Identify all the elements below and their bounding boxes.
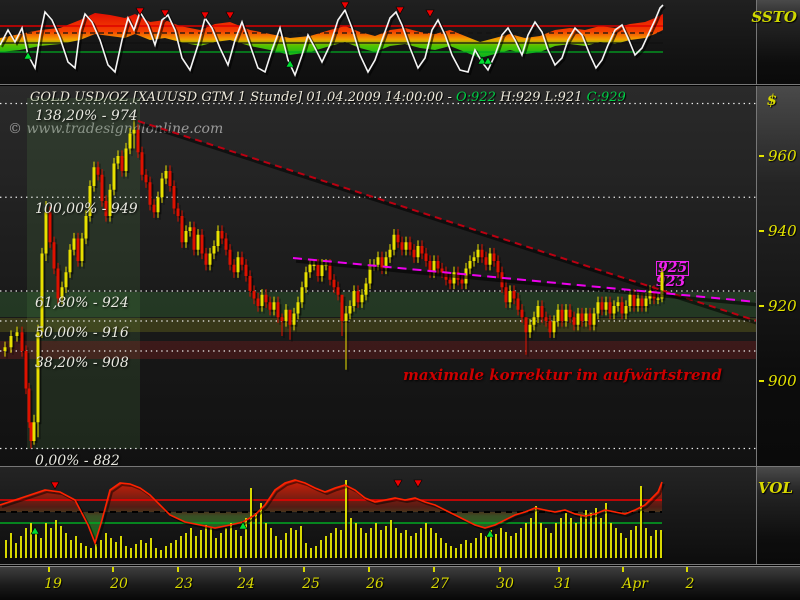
time-axis-label: 23 <box>175 576 193 592</box>
time-axis-label: Apr <box>622 576 648 592</box>
panel-divider-shadow <box>0 85 800 86</box>
price-tick-label: 960 <box>759 147 797 165</box>
price-axis-unit-label: $ <box>766 91 777 109</box>
fib-level-label: 0,00% - 882 <box>35 452 120 467</box>
trading-chart-window: SSTO GOLD USD/OZ [XAUUSD GTM 1 Stunde] 0… <box>0 0 800 600</box>
time-axis-label: 26 <box>366 576 384 592</box>
time-axis-tick <box>177 567 179 572</box>
price-tick-label: 940 <box>759 222 797 240</box>
volume-value-axis[interactable]: VOL <box>756 467 800 564</box>
price-panel[interactable]: GOLD USD/OZ [XAUUSD GTM 1 Stunde] 01.04.… <box>0 85 756 466</box>
time-axis-label: 19 <box>44 576 62 592</box>
fib-level-label: 100,00% - 949 <box>35 201 138 218</box>
time-axis-label: 27 <box>431 576 449 592</box>
fib-level-label: 61,80% - 924 <box>35 295 129 311</box>
price-tick-label: 900 <box>759 372 797 390</box>
time-axis-label: 30 <box>496 576 514 592</box>
stochastic-plot <box>0 1 666 80</box>
panel-divider <box>0 466 800 467</box>
time-axis-label: 31 <box>554 576 572 592</box>
stochastic-indicator-label: SSTO <box>751 8 797 26</box>
time-axis-tick <box>112 567 114 572</box>
time-axis-label: 2 <box>685 576 695 592</box>
fib-level-label: 50,00% - 916 <box>35 325 129 341</box>
stochastic-value-axis[interactable]: SSTO <box>751 0 800 84</box>
price-tick-label: 920 <box>759 297 797 315</box>
fib-level-label: 38,20% - 908 <box>35 355 129 371</box>
candlestick-plot <box>0 98 756 451</box>
fib-level-label: 138,20% - 974 <box>35 107 138 124</box>
panel-divider-shadow <box>0 565 800 566</box>
time-axis-tick <box>433 567 435 572</box>
stochastic-panel[interactable] <box>0 0 756 84</box>
price-axis[interactable]: $ 960 940 920 900 <box>756 85 800 466</box>
time-axis-tick <box>368 567 370 572</box>
time-axis-label: 20 <box>110 576 128 592</box>
time-axis-tick <box>239 567 241 572</box>
time-axis-label: 24 <box>237 576 255 592</box>
time-axis-label: 25 <box>302 576 320 592</box>
time-axis-tick <box>686 567 688 572</box>
time-axis-tick <box>558 567 560 572</box>
time-axis-tick <box>303 567 305 572</box>
time-axis-tick <box>622 567 624 572</box>
time-axis[interactable]: 19 20 23 24 25 26 27 30 31 Apr 2 <box>0 566 800 600</box>
time-axis-tick <box>499 567 501 572</box>
volume-plot <box>0 479 665 560</box>
time-axis-tick <box>48 567 50 572</box>
volume-indicator-label: VOL <box>758 479 793 497</box>
volume-panel[interactable] <box>0 467 756 564</box>
